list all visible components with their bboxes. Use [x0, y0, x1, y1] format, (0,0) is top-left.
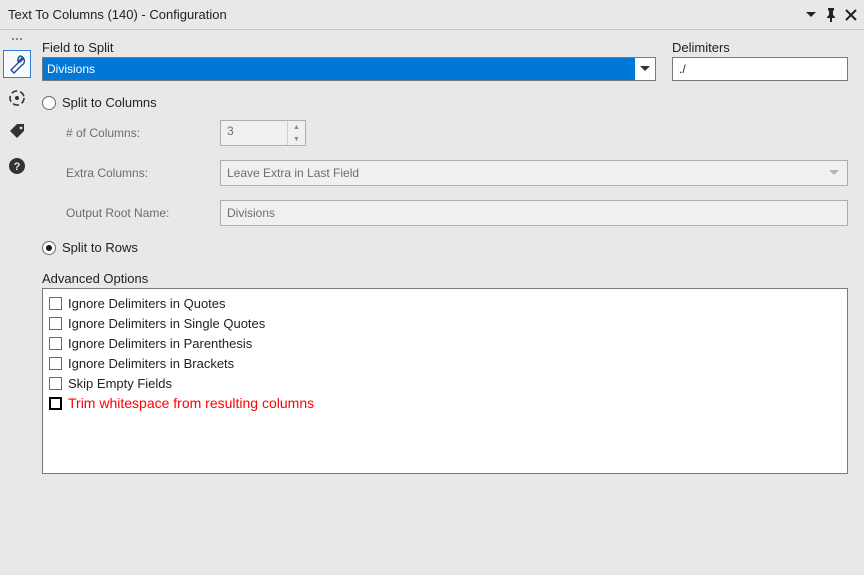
split-to-columns-label: Split to Columns: [62, 95, 157, 110]
spinner-up-icon: ▲: [288, 121, 305, 133]
output-root-value: Divisions: [227, 206, 275, 220]
num-columns-spinner: 3 ▲ ▼: [220, 120, 306, 146]
close-icon[interactable]: [844, 8, 858, 22]
field-to-split-combo[interactable]: Divisions: [42, 57, 656, 81]
dropdown-icon[interactable]: [804, 8, 818, 22]
extra-columns-value: Leave Extra in Last Field: [227, 166, 359, 180]
adv-opt-label: Ignore Delimiters in Single Quotes: [68, 316, 265, 331]
split-to-columns-radio-row[interactable]: Split to Columns: [42, 95, 848, 110]
extra-columns-label: Extra Columns:: [66, 166, 216, 180]
adv-opt-label: Skip Empty Fields: [68, 376, 172, 391]
pin-icon[interactable]: [824, 8, 838, 22]
split-to-rows-section: Split to Rows: [42, 240, 848, 255]
checkbox-icon: [49, 397, 62, 410]
split-to-rows-radio-row[interactable]: Split to Rows: [42, 240, 848, 255]
adv-opt-brackets[interactable]: Ignore Delimiters in Brackets: [49, 353, 841, 373]
svg-text:?: ?: [14, 161, 21, 173]
checkbox-icon: [49, 357, 62, 370]
field-to-split-group: Field to Split Divisions: [42, 40, 656, 81]
radio-unselected-icon: [42, 96, 56, 110]
spinner-down-icon: ▼: [288, 133, 305, 145]
spinner-buttons: ▲ ▼: [287, 121, 305, 145]
field-to-split-value: Divisions: [43, 58, 635, 80]
adv-opt-highlighted-label: Trim whitespace from resulting columns: [68, 395, 314, 411]
adv-opt-quotes[interactable]: Ignore Delimiters in Quotes: [49, 293, 841, 313]
titlebar: Text To Columns (140) - Configuration: [0, 0, 864, 30]
panel-body: ? Field to Split Divisions Delimiters: [0, 30, 864, 575]
wrench-icon[interactable]: [3, 50, 31, 78]
num-columns-value: 3: [221, 121, 287, 145]
delimiters-value: ./: [679, 62, 686, 76]
content-area: Field to Split Divisions Delimiters ./: [34, 30, 864, 575]
tag-icon[interactable]: [3, 118, 31, 146]
top-row: Field to Split Divisions Delimiters ./: [42, 40, 848, 81]
adv-opt-parenthesis[interactable]: Ignore Delimiters in Parenthesis: [49, 333, 841, 353]
target-icon[interactable]: [3, 84, 31, 112]
chevron-down-icon: [635, 58, 655, 80]
help-icon[interactable]: ?: [3, 152, 31, 180]
titlebar-controls: [804, 8, 858, 22]
columns-form: # of Columns: 3 ▲ ▼ Extra Columns: Leave…: [66, 120, 848, 226]
split-to-columns-section: Split to Columns # of Columns: 3 ▲ ▼: [42, 95, 848, 226]
adv-opt-label: Ignore Delimiters in Parenthesis: [68, 336, 252, 351]
adv-opt-label: Ignore Delimiters in Brackets: [68, 356, 234, 371]
adv-opt-skip-empty[interactable]: Skip Empty Fields: [49, 373, 841, 393]
checkbox-icon: [49, 317, 62, 330]
sidebar: ?: [0, 30, 34, 575]
chevron-down-icon: [825, 161, 843, 185]
output-root-input: Divisions: [220, 200, 848, 226]
adv-opt-label: Ignore Delimiters in Quotes: [68, 296, 226, 311]
delimiters-label: Delimiters: [672, 40, 848, 55]
delimiters-input[interactable]: ./: [672, 57, 848, 81]
extra-columns-dropdown: Leave Extra in Last Field: [220, 160, 848, 186]
num-columns-label: # of Columns:: [66, 126, 216, 140]
checkbox-icon: [49, 337, 62, 350]
config-panel: Text To Columns (140) - Configuration: [0, 0, 864, 575]
advanced-section: Advanced Options Ignore Delimiters in Qu…: [42, 265, 848, 474]
delimiters-group: Delimiters ./: [672, 40, 848, 81]
output-root-label: Output Root Name:: [66, 206, 216, 220]
radio-selected-icon: [42, 241, 56, 255]
advanced-options-box: Ignore Delimiters in Quotes Ignore Delim…: [42, 288, 848, 474]
adv-opt-single-quotes[interactable]: Ignore Delimiters in Single Quotes: [49, 313, 841, 333]
checkbox-icon: [49, 377, 62, 390]
checkbox-icon: [49, 297, 62, 310]
panel-title: Text To Columns (140) - Configuration: [8, 7, 804, 22]
advanced-options-label: Advanced Options: [42, 271, 848, 286]
grip-icon: [6, 34, 28, 44]
field-to-split-label: Field to Split: [42, 40, 656, 55]
adv-opt-trim-whitespace[interactable]: Trim whitespace from resulting columns: [49, 393, 841, 413]
split-to-rows-label: Split to Rows: [62, 240, 138, 255]
